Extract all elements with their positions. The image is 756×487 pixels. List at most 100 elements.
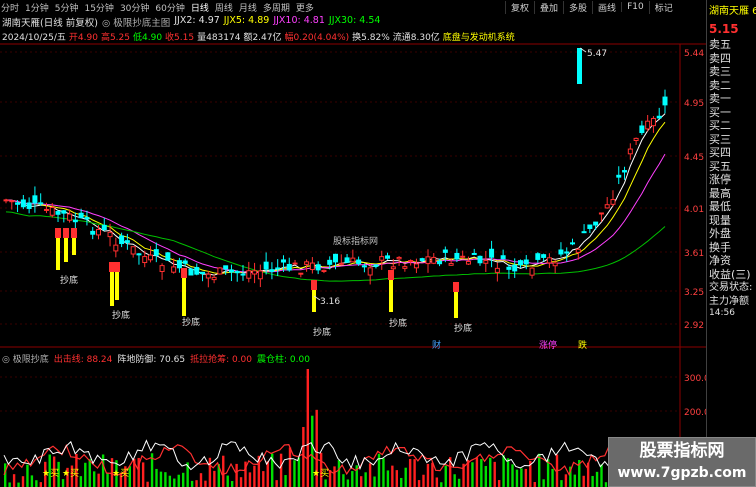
signal-head xyxy=(114,262,120,272)
candle-body xyxy=(298,272,304,275)
high-mark-label: 5.47 xyxy=(587,49,607,59)
indicator-bar xyxy=(360,476,363,487)
indicator-bar xyxy=(422,474,425,487)
candle-body xyxy=(90,230,96,235)
indicator-bar xyxy=(515,469,519,487)
candle-body xyxy=(465,260,471,265)
candle-body xyxy=(552,262,558,267)
turnover-value: 换5.82% xyxy=(352,33,390,43)
quote-row: 涨停 xyxy=(709,173,731,186)
candle-body xyxy=(356,259,362,265)
quote-price: 5.15 xyxy=(709,22,739,36)
buy-signal-label: 抄底 xyxy=(60,274,78,286)
jjx10-value: JJX10: 4.81 xyxy=(273,15,325,26)
indicator-bar xyxy=(502,455,505,487)
indicator-bar xyxy=(248,472,252,487)
star-buy-label: ★买 xyxy=(62,468,79,479)
watermark-title: 股票指标网 xyxy=(639,441,725,461)
indicator-bar xyxy=(484,466,487,487)
indicator-bar xyxy=(173,478,176,487)
candle-body xyxy=(84,217,90,220)
candle-body xyxy=(402,266,408,269)
candle-body xyxy=(373,264,379,267)
low-value: 低4.90 xyxy=(133,33,163,43)
ma-line xyxy=(5,121,666,275)
indicator-bar xyxy=(538,453,541,487)
quote-row: 买五 xyxy=(709,159,731,173)
indicator-bar xyxy=(564,474,568,487)
candle-body xyxy=(437,260,443,265)
indicator-bar xyxy=(324,479,327,487)
candle-body xyxy=(234,270,240,274)
indicator-bar xyxy=(21,476,25,487)
candle-body xyxy=(454,252,460,260)
indicator-bar xyxy=(146,481,149,487)
candle-body xyxy=(292,262,298,265)
indicator-bar xyxy=(297,457,301,487)
indicator-bar xyxy=(93,471,96,487)
signal-head xyxy=(453,282,459,292)
candle-body xyxy=(622,170,628,173)
candle-body xyxy=(442,249,448,253)
quote-row: 最低 xyxy=(709,200,731,213)
indicator-bar xyxy=(400,477,403,487)
low-mark-label: 3.16 xyxy=(320,297,340,307)
kline-chart[interactable]: 5.44 4.95 4.45 4.01 3.61 3.25 2.92 300.0… xyxy=(0,0,706,487)
candle-body xyxy=(517,260,523,266)
candle-body xyxy=(529,267,535,276)
candle-body xyxy=(558,249,564,255)
indicator-bar xyxy=(524,468,528,487)
indicator-bar xyxy=(506,458,510,487)
quote-stock-name: 湖南天雁 6 xyxy=(709,6,756,17)
candle-body xyxy=(3,199,9,202)
indicator-bar xyxy=(266,461,269,487)
concept-value: 底盘与发动机系统 xyxy=(442,33,515,43)
indicator-bar xyxy=(395,470,398,487)
candle-body xyxy=(477,255,483,264)
candle-body xyxy=(425,256,431,265)
indicator-bar xyxy=(79,476,83,487)
signal-head xyxy=(181,268,187,278)
candle-body xyxy=(240,273,246,276)
y-tick: 3.25 xyxy=(684,288,704,298)
indicator-bar xyxy=(435,477,439,487)
candle-body xyxy=(523,259,529,265)
y-tick: 4.95 xyxy=(684,99,704,109)
indicator-bar xyxy=(208,457,212,487)
indicator-bar xyxy=(61,479,65,487)
candle-body xyxy=(598,212,604,215)
indicator-bar xyxy=(368,463,372,487)
candle-body xyxy=(211,276,217,281)
candle-body xyxy=(570,242,576,245)
candle-body xyxy=(113,244,119,252)
candlesticks xyxy=(3,48,668,288)
indicator-bar xyxy=(235,463,238,487)
candle-body xyxy=(153,249,159,256)
indicator-bars xyxy=(4,369,670,487)
sub-indicator-name[interactable]: ◎ 极限抄底 xyxy=(2,352,49,365)
candle-body xyxy=(124,240,130,243)
y-tick: 2.92 xyxy=(684,321,704,331)
y-tick: 3.61 xyxy=(684,249,704,259)
candle-body xyxy=(448,262,454,266)
candle-body xyxy=(604,204,610,209)
support-value: 震仓柱: 0.00 xyxy=(257,355,310,365)
candle-body xyxy=(361,265,367,268)
indicator-bar xyxy=(204,480,207,487)
buy-signal-label: 抄底 xyxy=(112,309,130,321)
indicator-name[interactable]: ◎ 极限抄底主图 xyxy=(102,15,170,29)
indicator-bar xyxy=(12,474,16,487)
indicator-bar xyxy=(351,471,354,487)
candle-body xyxy=(194,267,200,275)
candle-body xyxy=(610,199,616,205)
candle-body xyxy=(165,252,171,261)
candle-body xyxy=(350,257,356,263)
buy-signal-label: 抄底 xyxy=(313,326,331,338)
indicator-bar xyxy=(493,461,496,487)
candle-body xyxy=(575,248,581,253)
indicator-bar xyxy=(560,480,563,487)
center-watermark: 股标指标网 xyxy=(333,235,378,247)
site-watermark: 股票指标网 www.7gpzb.com xyxy=(608,437,756,487)
indicator-bar xyxy=(333,466,336,487)
candle-body xyxy=(15,202,21,205)
